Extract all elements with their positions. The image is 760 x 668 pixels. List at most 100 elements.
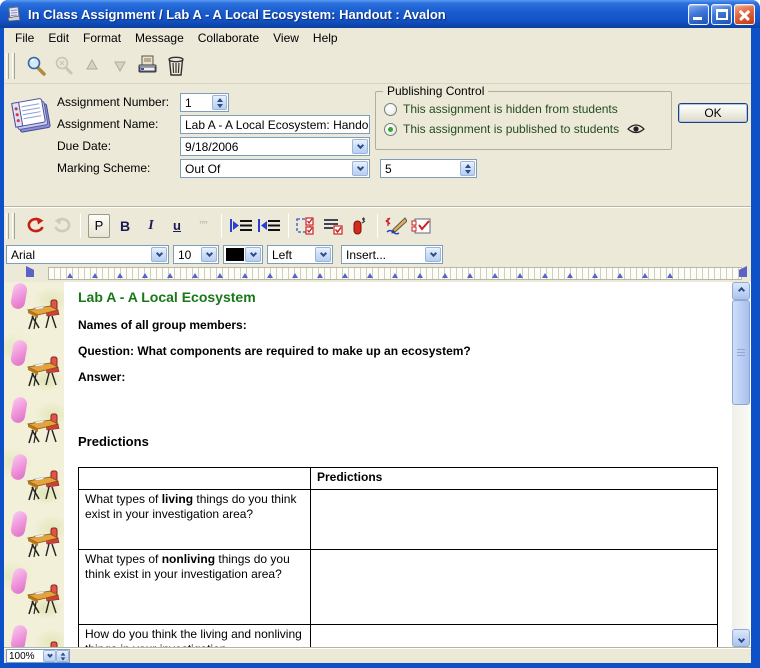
assignment-name-label: Assignment Name: (57, 117, 158, 131)
document-heading: Lab A - A Local Ecosystem (78, 289, 256, 305)
toolbar-drag-handle[interactable] (6, 213, 17, 239)
checkbox-list-icon[interactable] (322, 214, 344, 238)
question-cell[interactable]: What types of living things do you think… (79, 490, 311, 550)
search-icon[interactable] (23, 53, 49, 79)
desk-clipart (26, 298, 62, 334)
paragraph-style-button[interactable]: P (88, 214, 110, 238)
question-cell[interactable]: What types of nonliving things do you th… (79, 550, 311, 625)
find-again-icon (51, 53, 77, 79)
font-controls-row: Arial 10 Left Insert... (4, 243, 751, 265)
menu-edit[interactable]: Edit (41, 29, 76, 47)
color-swatch (226, 248, 244, 261)
chevron-up-icon (737, 286, 744, 293)
undo-icon[interactable] (25, 214, 47, 238)
radio-published-option[interactable]: This assignment is published to students (384, 122, 645, 136)
scroll-down-button[interactable] (732, 629, 750, 647)
maximize-button[interactable] (711, 4, 732, 25)
document-body[interactable]: Lab A - A Local Ecosystem Names of all g… (64, 282, 732, 647)
radio-selected-icon (384, 123, 397, 136)
chevron-down-icon[interactable] (43, 650, 56, 662)
table-row: What types of nonliving things do you th… (79, 550, 718, 625)
menu-file[interactable]: File (8, 29, 41, 47)
editor-content: Lab A - A Local Ecosystem Names of all g… (4, 282, 751, 647)
align-combo[interactable]: Left (267, 245, 333, 264)
scrollbar-thumb[interactable] (732, 300, 750, 405)
window-titlebar[interactable]: In Class Assignment / Lab A - A Local Ec… (0, 0, 760, 28)
marking-scheme-combo[interactable]: Out Of (180, 159, 370, 178)
vertical-scrollbar[interactable] (732, 282, 750, 647)
print-icon[interactable] (135, 53, 161, 79)
assignment-name-input[interactable]: Lab A - A Local Ecosystem: Handout (180, 115, 370, 134)
eye-icon (627, 123, 645, 135)
answer-cell[interactable] (311, 625, 718, 648)
table-header-cell[interactable] (79, 468, 311, 490)
underline-button[interactable]: u (166, 214, 188, 238)
main-toolbar (4, 48, 751, 84)
minimize-icon (693, 17, 702, 20)
assignment-number-label: Assignment Number: (57, 95, 169, 109)
font-color-combo[interactable] (223, 245, 263, 264)
marking-points-spinner[interactable]: 5 (380, 159, 477, 178)
indent-increase-icon[interactable] (229, 214, 253, 238)
font-family-combo[interactable]: Arial (6, 245, 169, 264)
app-window: In Class Assignment / Lab A - A Local Ec… (0, 0, 760, 668)
ok-button[interactable]: OK (678, 103, 748, 123)
format-toolbar: P B I u ”” (4, 208, 751, 243)
scroll-up-button[interactable] (732, 282, 750, 300)
answer-cell[interactable] (311, 490, 718, 550)
minimize-button[interactable] (688, 4, 709, 25)
redo-icon (51, 214, 73, 238)
spinner-buttons[interactable] (212, 95, 227, 110)
indent-decrease-icon[interactable] (257, 214, 281, 238)
left-indent-marker[interactable] (26, 266, 34, 277)
due-date-combo[interactable]: 9/18/2006 (180, 137, 370, 156)
margin-decoration (4, 282, 64, 647)
zoom-combo[interactable]: 100% (6, 649, 70, 663)
menu-collaborate[interactable]: Collaborate (191, 29, 266, 47)
quote-style-icon: ”” (192, 214, 214, 238)
approve-icon[interactable] (411, 214, 433, 238)
menu-message[interactable]: Message (128, 29, 191, 47)
app-icon[interactable] (6, 6, 22, 22)
radio-icon (384, 103, 397, 116)
predictions-table: Predictions What types of living things … (78, 467, 718, 647)
menu-help[interactable]: Help (306, 29, 345, 47)
table-header-cell[interactable]: Predictions (311, 468, 718, 490)
chevron-down-icon[interactable] (352, 139, 368, 154)
menu-view[interactable]: View (266, 29, 306, 47)
chevron-down-icon[interactable] (315, 247, 331, 262)
answer-cell[interactable] (311, 550, 718, 625)
question-cell[interactable]: How do you think the living and nonlivin… (79, 625, 311, 648)
names-line: Names of all group members: (78, 318, 247, 332)
italic-button[interactable]: I (140, 214, 162, 238)
assignment-form: Assignment Number: Assignment Name: Due … (4, 86, 751, 206)
checkbox-select-icon[interactable] (296, 214, 318, 238)
trash-icon[interactable] (163, 53, 189, 79)
table-row: What types of living things do you think… (79, 490, 718, 550)
table-header-row: Predictions (79, 468, 718, 490)
toolbar-drag-handle[interactable] (6, 53, 17, 79)
radio-hidden-option[interactable]: This assignment is hidden from students (384, 102, 618, 116)
font-size-combo[interactable]: 10 (173, 245, 219, 264)
bold-button[interactable]: B (114, 214, 136, 238)
spinner-buttons[interactable] (56, 650, 69, 662)
insert-combo[interactable]: Insert... (341, 245, 443, 264)
predictions-heading: Predictions (78, 434, 149, 449)
table-row: How do you think the living and nonlivin… (79, 625, 718, 648)
answer-line: Answer: (78, 370, 125, 384)
chevron-down-icon[interactable] (352, 161, 368, 176)
chevron-down-icon[interactable] (245, 247, 261, 262)
assignment-number-spinner[interactable]: 1 (180, 93, 229, 112)
chevron-down-icon[interactable] (201, 247, 217, 262)
edit-pencil-icon[interactable] (385, 214, 407, 238)
marker-icon[interactable] (348, 214, 370, 238)
ruler-strip (48, 267, 742, 280)
menu-bar: File Edit Format Message Collaborate Vie… (4, 28, 751, 48)
chevron-down-icon[interactable] (425, 247, 441, 262)
close-button[interactable] (734, 4, 755, 25)
spinner-buttons[interactable] (460, 161, 475, 176)
chevron-down-icon[interactable] (151, 247, 167, 262)
marking-scheme-label: Marking Scheme: (57, 161, 150, 175)
status-bar: 100% (4, 647, 751, 663)
menu-format[interactable]: Format (76, 29, 128, 47)
